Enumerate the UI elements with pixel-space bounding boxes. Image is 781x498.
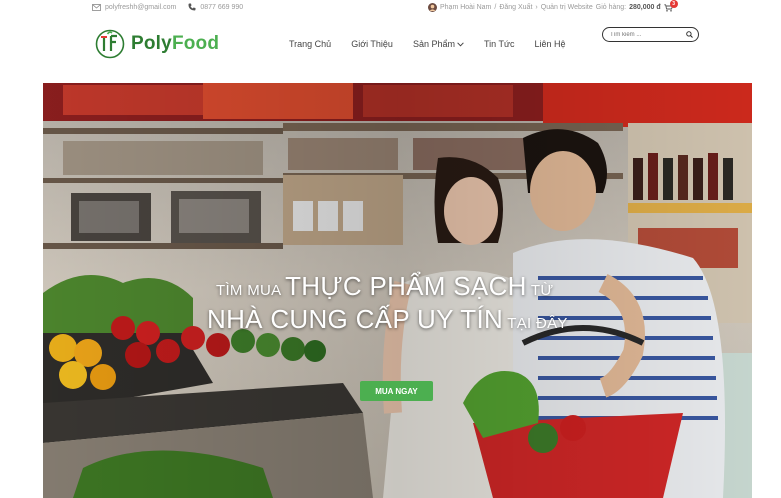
- separator: /: [494, 4, 497, 11]
- nav-item-contact[interactable]: Liên Hệ: [535, 39, 566, 49]
- nav-item-news[interactable]: Tin Tức: [484, 39, 515, 49]
- user-avatar-icon: [428, 3, 437, 12]
- hero-text-big: THỰC PHẨM SẠCH: [285, 271, 527, 301]
- contact-phone[interactable]: 0877 669 990: [200, 4, 243, 11]
- nav-item-label: Trang Chủ: [289, 39, 332, 49]
- hero-headline-line1: TÌM MUA THỰC PHẨM SẠCH TỪ: [216, 271, 554, 302]
- user-name[interactable]: Phạm Hoài Nam: [440, 4, 491, 11]
- logo[interactable]: PolyFood: [95, 29, 219, 59]
- arrow-right-icon: ›: [535, 4, 538, 11]
- nav-item-label: Sản Phẩm: [412, 39, 455, 49]
- buy-now-button[interactable]: MUA NGAY: [360, 381, 433, 401]
- cart-button[interactable]: 3: [663, 0, 678, 12]
- nav-item-label: Liên Hệ: [534, 39, 566, 49]
- cart-label: Giỏ hàng:: [595, 4, 627, 11]
- nav-item-about[interactable]: Giới Thiệu: [351, 39, 393, 49]
- chevron-down-icon: [457, 41, 464, 47]
- hero-banner: TÌM MUA THỰC PHẨM SẠCH TỪ NHÀ CUNG CẤP U…: [43, 83, 752, 498]
- contact-email[interactable]: polyfreshh@gmail.com: [105, 4, 176, 11]
- hero-text-big: NHÀ CUNG CẤP UY TÍN: [207, 304, 504, 334]
- search-icon[interactable]: [686, 31, 693, 38]
- brand-name-part2: Food: [171, 33, 220, 54]
- cart-total: 280,000 đ: [629, 4, 661, 11]
- hero-text-small: TỪ: [526, 282, 554, 299]
- hero-headline-line2: NHÀ CUNG CẤP UY TÍN TẠI ĐÂY: [207, 304, 568, 335]
- nav-item-label: Tin Tức: [483, 39, 515, 49]
- main-nav: Trang Chủ Giới Thiệu Sản Phẩm Tin Tức Li…: [289, 39, 586, 49]
- hero-text-small: TÌM MUA: [216, 282, 286, 299]
- site-header: PolyFood Trang Chủ Giới Thiệu Sản Phẩm T…: [0, 18, 781, 74]
- cart-count-badge: 3: [669, 0, 678, 8]
- logo-mark-icon: [95, 29, 125, 59]
- user-area: Phạm Hoài Nam / Đăng Xuất › Quản trị Web…: [428, 0, 678, 12]
- nav-item-products[interactable]: Sản Phẩm: [413, 39, 464, 49]
- top-bar: polyfreshh@gmail.com 0877 669 990 Phạm H…: [0, 0, 781, 16]
- logout-link[interactable]: Đăng Xuất: [499, 4, 532, 11]
- brand-name-part1: Poly: [131, 33, 172, 54]
- nav-item-label: Giới Thiệu: [351, 39, 393, 49]
- search-box: [602, 27, 699, 42]
- contact-info: polyfreshh@gmail.com 0877 669 990: [92, 3, 243, 11]
- nav-item-home[interactable]: Trang Chủ: [289, 39, 331, 49]
- search-input[interactable]: [610, 31, 680, 38]
- hero-text-small: TẠI ĐÂY: [503, 315, 568, 332]
- admin-link[interactable]: Quản trị Website: [541, 4, 593, 11]
- mail-icon: [92, 3, 101, 11]
- brand-name: PolyFood: [131, 33, 219, 55]
- phone-icon: [188, 3, 196, 11]
